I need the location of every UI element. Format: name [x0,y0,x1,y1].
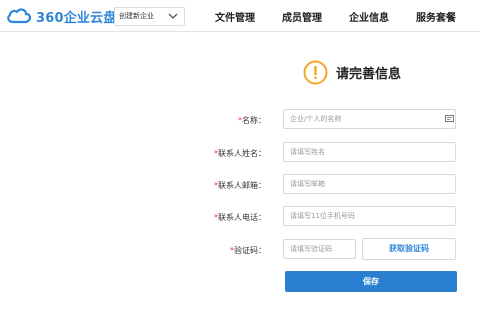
save-button[interactable]: 保存 [285,271,457,292]
contact-email-input[interactable] [283,174,456,194]
chevron-down-icon [168,13,178,19]
form-heading: 请完善信息 [303,59,401,85]
nav-enterprise-info[interactable]: 企业信息 [349,9,389,24]
contact-email-label: *联系人邮箱： [214,181,266,190]
cloud-logo-icon [7,8,32,24]
top-bar: 360企业云盘 创建新企业 文件管理 成员管理 企业信息 服务套餐 [0,0,480,32]
logo-text: 360企业云盘 [36,10,117,26]
verification-code-input[interactable] [283,239,356,259]
org-select-value: 创建新企业 [119,12,154,20]
form-title: 请完善信息 [336,66,402,82]
id-card-icon[interactable] [445,115,454,122]
nav-member-management[interactable]: 成员管理 [282,9,322,24]
contact-name-label: *联系人姓名： [214,149,266,158]
verification-code-label: *验证码： [230,246,266,255]
contact-phone-label: *联系人电话： [214,213,266,222]
contact-phone-input[interactable] [283,206,456,226]
get-code-button[interactable]: 获取验证码 [362,238,456,260]
logo[interactable]: 360企业云盘 [6,6,117,26]
nav-service-plan[interactable]: 服务套餐 [416,9,456,24]
nav-file-management[interactable]: 文件管理 [215,9,255,24]
warning-icon [303,60,328,84]
contact-name-input[interactable] [283,142,456,162]
org-select[interactable]: 创建新企业 [114,7,185,26]
name-label: *名称： [238,116,266,125]
name-input[interactable] [283,109,456,129]
